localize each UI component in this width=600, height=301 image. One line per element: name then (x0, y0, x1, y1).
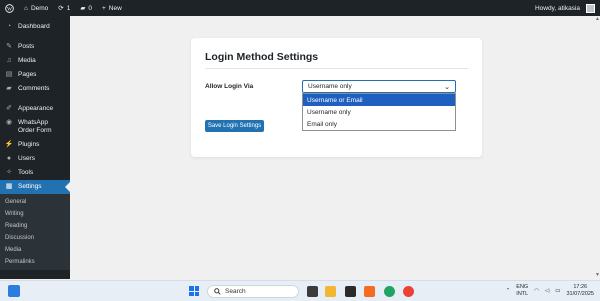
title-divider (205, 68, 468, 69)
sidebar-item-pages[interactable]: ▤ Pages (0, 68, 70, 82)
sidebar-item-label: Media (18, 57, 36, 64)
plugin-icon: ⚡ (4, 141, 14, 148)
language-indicator[interactable]: ENG INTL (516, 284, 528, 298)
dashboard-icon: ◔ (6, 23, 12, 30)
submenu-item-discussion[interactable]: Discussion (0, 232, 70, 244)
sidebar-item-posts[interactable]: ✎ Posts (0, 40, 70, 54)
clock-date: 31/07/2025 (566, 291, 594, 297)
page-title: Login Method Settings (205, 51, 319, 63)
sidebar-item-media[interactable]: ♫ Media (0, 54, 70, 68)
admin-sidebar: ◔ Dashboard ✎ Posts ♫ Media ▤ Pages ▰ Co… (0, 16, 70, 279)
sidebar-item-dashboard[interactable]: ◔ Dashboard (0, 20, 70, 34)
sidebar-item-comments[interactable]: ▰ Comments (0, 82, 70, 96)
pin-icon: ✎ (6, 43, 12, 50)
admin-bar: W ⌂ Demo ⟳ 1 ▰ 0 + New Howdy, atikasia (0, 0, 600, 16)
settings-submenu: General Writing Reading Discussion Media… (0, 194, 70, 270)
file-explorer-icon[interactable] (325, 286, 336, 297)
page-scrollbar[interactable]: ▲ ▼ (594, 16, 600, 279)
battery-icon[interactable]: ▭ (555, 288, 560, 294)
sidebar-item-label: WhatsApp Order Form (18, 119, 52, 134)
submenu-item-permalinks[interactable]: Permalinks (0, 256, 70, 268)
login-method-select[interactable]: Username only ⌄ (302, 80, 456, 93)
sidebar-item-users[interactable]: ● Users (0, 152, 70, 166)
comments-link[interactable]: ▰ 0 (75, 0, 97, 16)
submenu-item-general[interactable]: General (0, 196, 70, 208)
submenu-item-writing[interactable]: Writing (0, 208, 70, 220)
windows-start-icon[interactable] (189, 286, 199, 296)
whatsapp-icon: ◉ (5, 119, 13, 126)
task-view-icon[interactable] (307, 286, 318, 297)
sidebar-item-appearance[interactable]: ✐ Appearance (0, 102, 70, 116)
submenu-item-media[interactable]: Media (0, 244, 70, 256)
plus-icon: + (101, 4, 106, 12)
option-email-only[interactable]: Email only (303, 118, 455, 130)
wifi-icon[interactable]: ◠ (534, 288, 539, 294)
pages-icon: ▤ (5, 71, 13, 78)
sidebar-item-tools[interactable]: ✧ Tools (0, 166, 70, 180)
avatar (586, 3, 595, 13)
system-tray: ⌃ ENG INTL ◠ ◁ ▭ 17:26 31/07/2025 (506, 284, 594, 298)
account-menu[interactable]: Howdy, atikasia (530, 0, 600, 16)
option-username-or-email[interactable]: Username or Email (303, 94, 455, 106)
sidebar-item-label: Users (18, 155, 35, 162)
login-method-dropdown: Username or Email Username only Email on… (302, 93, 456, 131)
sidebar-item-settings[interactable]: ▦ Settings (0, 180, 70, 194)
sidebar-item-plugins[interactable]: ⚡ Plugins (0, 138, 70, 152)
volume-icon[interactable]: ◁ (545, 288, 549, 294)
comments-count: 0 (88, 4, 92, 12)
new-label: New (108, 4, 122, 12)
clock[interactable]: 17:26 31/07/2025 (566, 284, 594, 298)
search-label: Search (225, 288, 246, 295)
sidebar-item-label: Tools (18, 169, 34, 176)
scroll-up-arrow-icon[interactable]: ▲ (595, 16, 600, 22)
comment-bubble-icon: ▰ (80, 5, 86, 12)
select-value: Username only (308, 83, 352, 90)
brush-icon: ✐ (6, 105, 12, 112)
sidebar-item-label: Plugins (18, 141, 40, 148)
app-icon[interactable] (384, 286, 395, 297)
site-name: Demo (30, 4, 49, 12)
scroll-down-arrow-icon[interactable]: ▼ (595, 272, 600, 278)
xampp-icon[interactable] (364, 286, 375, 297)
sidebar-item-label: Appearance (18, 105, 54, 112)
updates-link[interactable]: ⟳ 1 (53, 0, 75, 16)
sidebar-item-label: Posts (18, 43, 35, 50)
chrome-icon[interactable] (403, 286, 414, 297)
taskbar-search[interactable]: Search (207, 285, 299, 298)
clock-time: 17:26 (573, 284, 588, 290)
chevron-down-icon: ⌄ (444, 84, 450, 91)
widgets-icon[interactable] (8, 285, 20, 297)
sidebar-item-label: Comments (18, 85, 50, 92)
option-username-only[interactable]: Username only (303, 106, 455, 118)
sublime-text-icon[interactable] (345, 286, 356, 297)
windows-taskbar: Search ⌃ ENG INTL ◠ ◁ ▭ 17:26 31/07/2025 (0, 280, 600, 301)
submenu-item-reading[interactable]: Reading (0, 220, 70, 232)
chevron-up-icon[interactable]: ⌃ (506, 288, 511, 294)
sidebar-item-label: Dashboard (18, 23, 50, 30)
login-via-label: Allow Login Via (205, 83, 254, 90)
home-icon: ⌂ (24, 4, 28, 12)
login-settings-card: Login Method Settings Allow Login Via Us… (191, 38, 482, 157)
howdy-text: Howdy, atikasia (534, 4, 580, 12)
users-icon: ● (6, 155, 12, 162)
lang-top: ENG (516, 284, 529, 290)
wrench-icon: ✧ (6, 169, 12, 176)
updates-icon: ⟳ (58, 5, 64, 12)
wordpress-logo-icon[interactable]: W (0, 0, 19, 16)
comment-icon: ▰ (6, 85, 12, 92)
search-icon (214, 288, 221, 295)
sidebar-item-whatsapp-order-form[interactable]: ◉ WhatsApp Order Form (0, 116, 70, 138)
sidebar-item-label: Pages (18, 71, 37, 78)
sidebar-item-label: Settings (18, 183, 42, 190)
lang-bottom: INTL (516, 291, 529, 297)
media-icon: ♫ (6, 57, 12, 64)
site-name-link[interactable]: ⌂ Demo (19, 0, 53, 16)
save-login-settings-button[interactable]: Save Login Settings (205, 120, 264, 132)
updates-count: 1 (66, 4, 71, 12)
new-content-link[interactable]: + New (97, 0, 127, 16)
settings-icon: ▦ (5, 183, 13, 190)
